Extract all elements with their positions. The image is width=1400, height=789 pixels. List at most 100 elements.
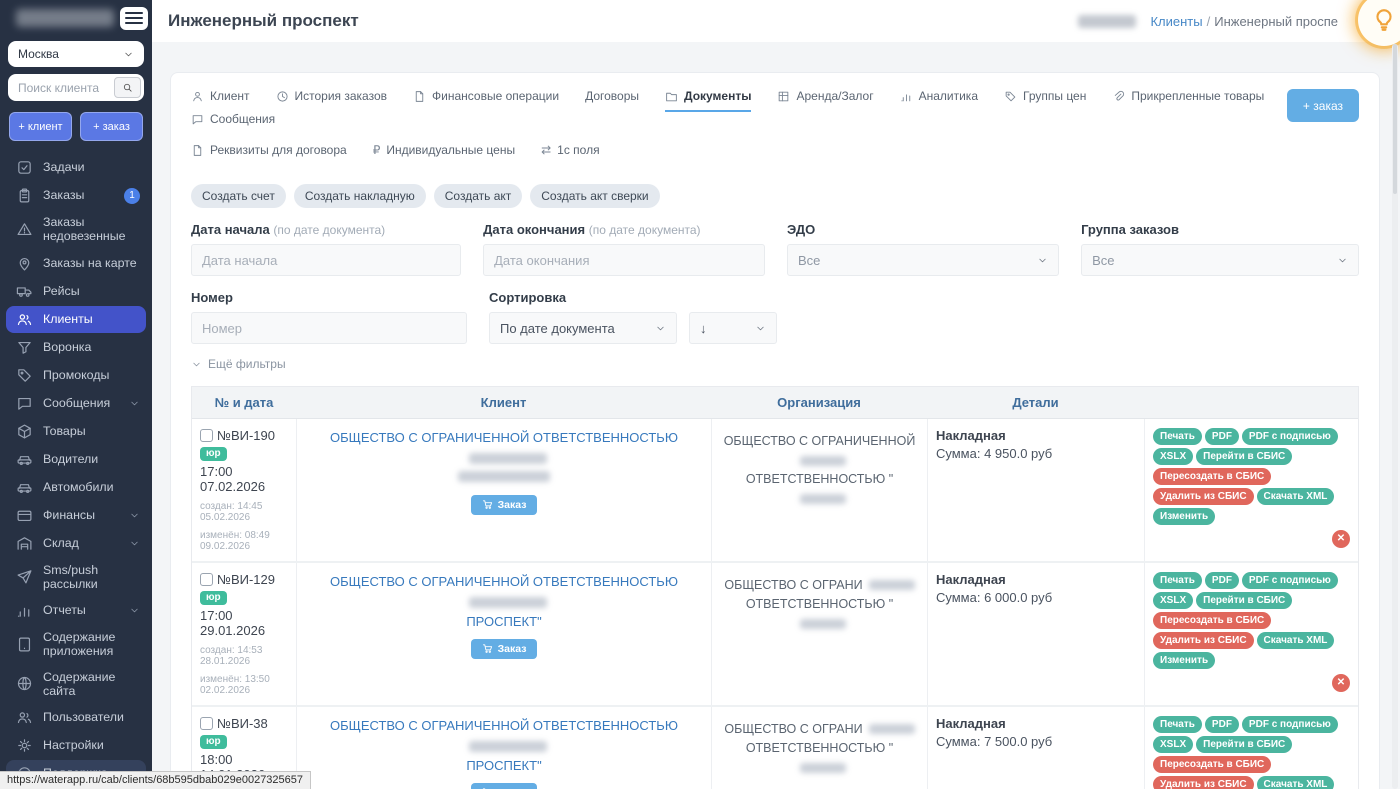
sidebar-item[interactable]: Sms/push рассылки bbox=[6, 558, 146, 597]
sidebar-item[interactable]: Воронка bbox=[6, 334, 146, 361]
create-document-button[interactable]: Создать накладную bbox=[294, 184, 426, 208]
create-document-button[interactable]: Создать акт bbox=[434, 184, 523, 208]
menu-toggle-button[interactable] bbox=[120, 7, 148, 30]
scrollbar[interactable] bbox=[1392, 44, 1398, 789]
more-filters-toggle[interactable]: Ещё фильтры bbox=[191, 357, 286, 371]
action-button[interactable]: PDF bbox=[1205, 572, 1239, 589]
action-button[interactable]: Изменить bbox=[1153, 508, 1215, 525]
tab[interactable]: ⇄ 1с поля bbox=[541, 143, 599, 166]
create-document-button[interactable]: Создать акт сверки bbox=[530, 184, 659, 208]
legal-entity-badge: юр bbox=[200, 591, 227, 605]
edo-select[interactable]: Все bbox=[787, 244, 1059, 276]
client-search-input[interactable] bbox=[18, 81, 114, 95]
tab[interactable]: Финансовые операции bbox=[413, 89, 559, 112]
help-lightbulb-button[interactable] bbox=[1358, 0, 1400, 46]
sidebar-item[interactable]: Отчеты bbox=[6, 597, 146, 624]
action-button[interactable]: Печать bbox=[1153, 428, 1202, 445]
add-order-button[interactable]: + заказ bbox=[80, 112, 143, 141]
chevron-down-icon bbox=[755, 323, 766, 334]
action-button[interactable]: Удалить из СБИС bbox=[1153, 632, 1254, 649]
sidebar-item[interactable]: Финансы bbox=[6, 502, 146, 529]
add-order-button-main[interactable]: + заказ bbox=[1287, 89, 1359, 122]
sidebar-item[interactable]: Автомобили bbox=[6, 474, 146, 501]
search-button[interactable] bbox=[114, 77, 141, 98]
tab[interactable]: Прикрепленные товары bbox=[1112, 89, 1264, 112]
action-button[interactable]: Перейти в СБИС bbox=[1196, 592, 1292, 609]
sidebar-item[interactable]: Заказы 1 bbox=[6, 182, 146, 209]
action-button[interactable]: XSLX bbox=[1153, 448, 1193, 465]
sort-select[interactable]: По дате документа bbox=[489, 312, 677, 344]
sidebar-item[interactable]: Пользователи bbox=[6, 704, 146, 731]
client-link[interactable]: ОБЩЕСТВО С ОГРАНИЧЕННОЙ ОТВЕТСТВЕННОСТЬЮ… bbox=[305, 572, 703, 632]
action-button[interactable]: XSLX bbox=[1153, 592, 1193, 609]
tab[interactable]: Аналитика bbox=[900, 89, 978, 112]
tab[interactable]: Аренда/Залог bbox=[777, 89, 873, 112]
action-button[interactable]: Печать bbox=[1153, 716, 1202, 733]
breadcrumb-clients-link[interactable]: Клиенты bbox=[1150, 14, 1202, 29]
action-button[interactable]: PDF bbox=[1205, 428, 1239, 445]
number-input[interactable] bbox=[191, 312, 467, 344]
row-checkbox[interactable] bbox=[200, 573, 213, 586]
sidebar-item[interactable]: Заказы на карте bbox=[6, 250, 146, 277]
order-button[interactable]: Заказ bbox=[471, 639, 538, 659]
action-button[interactable]: Перейти в СБИС bbox=[1196, 736, 1292, 753]
order-button[interactable]: Заказ bbox=[471, 783, 538, 789]
city-select[interactable]: Москва bbox=[8, 41, 144, 67]
sidebar-item[interactable]: Водители bbox=[6, 446, 146, 473]
tab[interactable]: История заказов bbox=[276, 89, 388, 112]
cell-actions: ПечатьPDFPDF с подписью XSLXПерейти в СБИ… bbox=[1144, 707, 1358, 789]
action-button[interactable]: Изменить bbox=[1153, 652, 1215, 669]
sidebar-item[interactable]: Склад bbox=[6, 530, 146, 557]
action-button[interactable]: Печать bbox=[1153, 572, 1202, 589]
delete-button[interactable]: ✕ bbox=[1332, 674, 1350, 692]
delete-button[interactable]: ✕ bbox=[1332, 530, 1350, 548]
sidebar-item[interactable]: Настройки bbox=[6, 732, 146, 759]
action-button[interactable]: Скачать XML bbox=[1257, 488, 1335, 505]
action-button[interactable]: Удалить из СБИС bbox=[1153, 488, 1254, 505]
sidebar-item[interactable]: Содержание сайта bbox=[6, 665, 146, 704]
tab[interactable]: Реквизиты для договора bbox=[191, 143, 347, 166]
action-button[interactable]: Удалить из СБИС bbox=[1153, 776, 1254, 789]
tab[interactable]: Группы цен bbox=[1004, 89, 1086, 112]
tab[interactable]: Договоры bbox=[585, 89, 639, 112]
sidebar-item[interactable]: Клиенты bbox=[6, 306, 146, 333]
client-link[interactable]: ОБЩЕСТВО С ОГРАНИЧЕННОЙ ОТВЕТСТВЕННОСТЬЮ bbox=[305, 428, 703, 488]
sidebar-item[interactable]: Рейсы bbox=[6, 278, 146, 305]
tab-icon bbox=[276, 90, 289, 103]
sidebar-item[interactable]: Сообщения bbox=[6, 390, 146, 417]
document-type: Накладная bbox=[936, 716, 1136, 731]
action-button[interactable]: Пересоздать в СБИС bbox=[1153, 612, 1271, 629]
order-button[interactable]: Заказ bbox=[471, 495, 538, 515]
tab[interactable]: Клиент bbox=[191, 89, 250, 112]
action-button[interactable]: PDF с подписью bbox=[1242, 428, 1338, 445]
sidebar-item[interactable]: Содержание приложения bbox=[6, 625, 146, 664]
create-document-button[interactable]: Создать счет bbox=[191, 184, 286, 208]
action-button[interactable]: Скачать XML bbox=[1257, 776, 1335, 789]
action-button[interactable]: Пересоздать в СБИС bbox=[1153, 756, 1271, 773]
sidebar-item-icon bbox=[16, 339, 33, 356]
order-group-select[interactable]: Все bbox=[1081, 244, 1359, 276]
date-start-input[interactable] bbox=[191, 244, 461, 276]
sidebar-item[interactable]: Товары bbox=[6, 418, 146, 445]
action-button[interactable]: Скачать XML bbox=[1257, 632, 1335, 649]
action-button[interactable]: Пересоздать в СБИС bbox=[1153, 468, 1271, 485]
date-end-input[interactable] bbox=[483, 244, 765, 276]
sidebar-item[interactable]: Задачи bbox=[6, 154, 146, 181]
add-client-button[interactable]: + клиент bbox=[9, 112, 72, 141]
sidebar-item[interactable]: Заказы недовезенные bbox=[6, 210, 146, 249]
tab[interactable]: Документы bbox=[665, 89, 751, 112]
action-button[interactable]: PDF с подписью bbox=[1242, 572, 1338, 589]
sidebar-item[interactable]: Промокоды bbox=[6, 362, 146, 389]
action-button[interactable]: Перейти в СБИС bbox=[1196, 448, 1292, 465]
filter-label: Дата окончания bbox=[483, 222, 585, 237]
tab[interactable]: ₽ Индивидуальные цены bbox=[373, 143, 515, 166]
row-checkbox[interactable] bbox=[200, 717, 213, 730]
sort-direction-select[interactable]: ↓ bbox=[689, 312, 777, 344]
action-button[interactable]: PDF bbox=[1205, 716, 1239, 733]
tab[interactable]: Сообщения bbox=[191, 112, 275, 135]
client-link[interactable]: ОБЩЕСТВО С ОГРАНИЧЕННОЙ ОТВЕТСТВЕННОСТЬЮ… bbox=[305, 716, 703, 776]
row-checkbox[interactable] bbox=[200, 429, 213, 442]
cell-client: ОБЩЕСТВО С ОГРАНИЧЕННОЙ ОТВЕТСТВЕННОСТЬЮ… bbox=[296, 707, 711, 789]
action-button[interactable]: XSLX bbox=[1153, 736, 1193, 753]
action-button[interactable]: PDF с подписью bbox=[1242, 716, 1338, 733]
